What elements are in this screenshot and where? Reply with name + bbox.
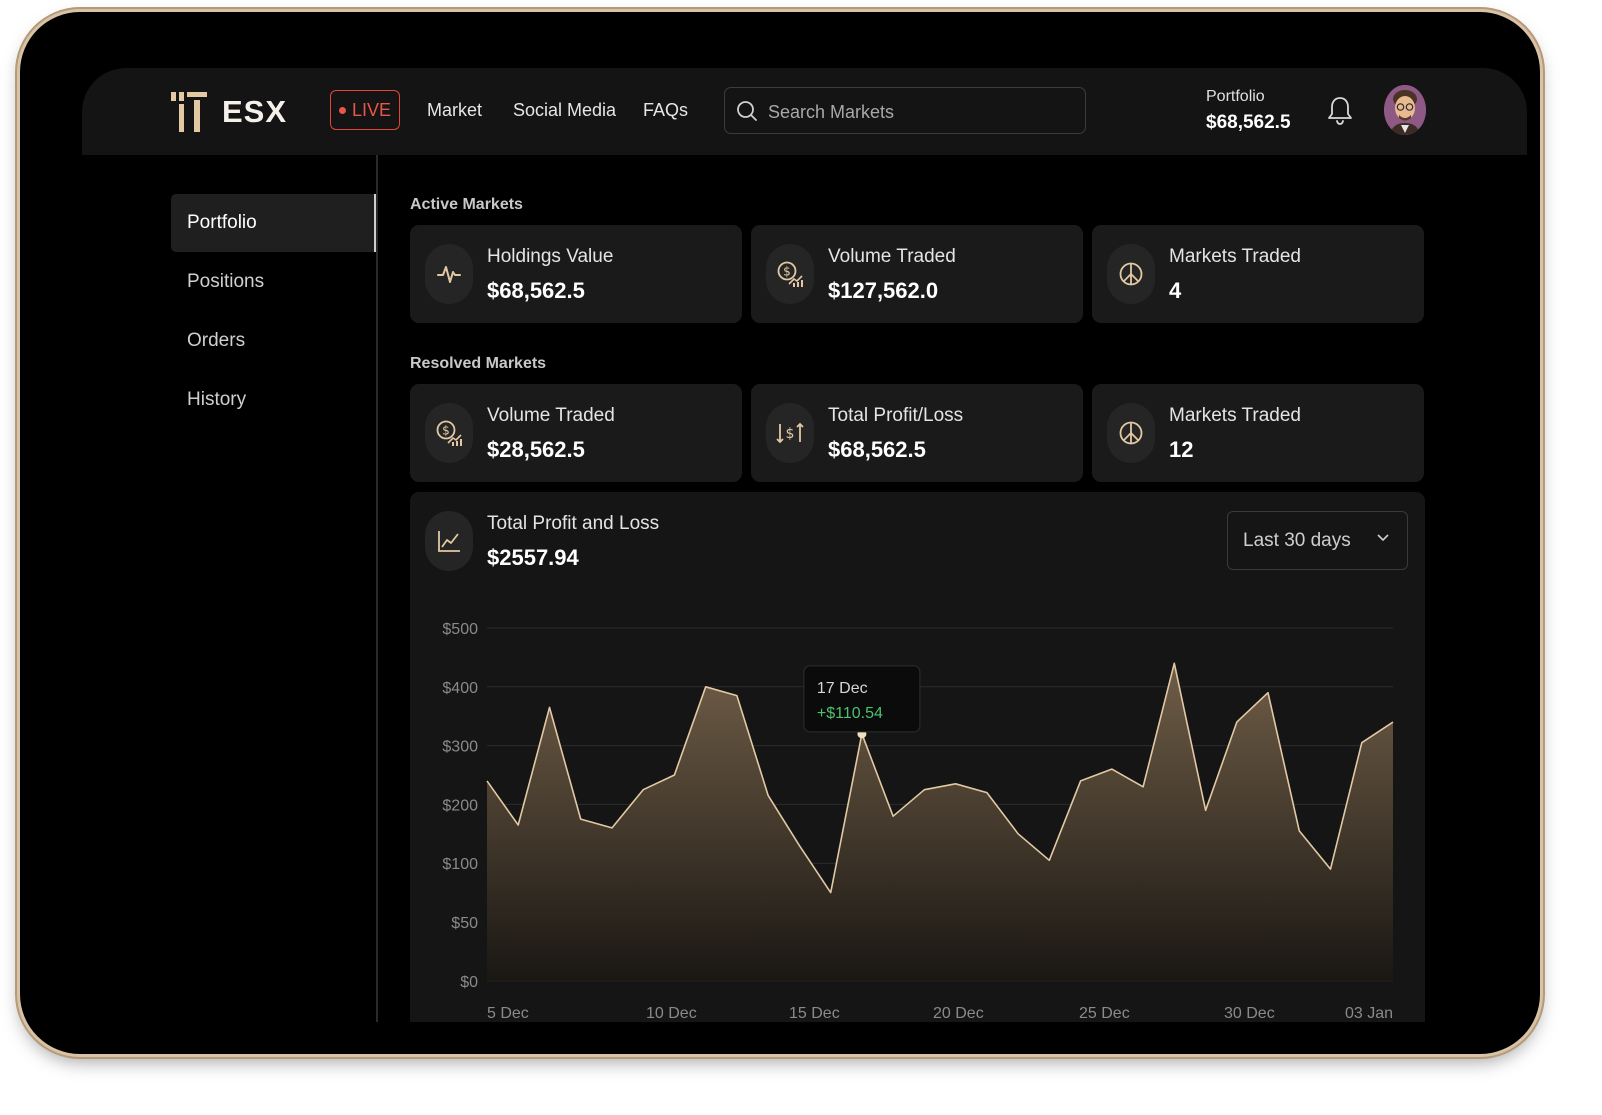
y-tick-label: $50 xyxy=(451,915,478,932)
tooltip-value: +$110.54 xyxy=(817,705,883,722)
chevron-down-icon xyxy=(1377,534,1389,542)
active-markets-title: Active Markets xyxy=(410,196,523,213)
logo-mark-icon xyxy=(171,92,207,132)
y-tick-label: $0 xyxy=(460,974,478,991)
nav-social-media[interactable]: Social Media xyxy=(513,100,616,121)
card-label: Total Profit/Loss xyxy=(828,405,964,426)
markets-traded-card: Markets Traded 4 xyxy=(1092,225,1424,323)
card-value: 12 xyxy=(1169,437,1194,462)
x-tick-label: 15 Dec xyxy=(789,1005,840,1022)
live-dot-icon xyxy=(338,106,346,114)
card-value: $68,562.5 xyxy=(828,437,926,462)
bell-icon[interactable] xyxy=(1327,96,1353,126)
dollar-growth-icon: $ xyxy=(425,403,473,463)
svg-text:$: $ xyxy=(786,426,795,442)
card-label: Markets Traded xyxy=(1169,246,1301,267)
sidebar-item-history[interactable]: History xyxy=(171,371,376,429)
dollar-growth-icon: $ xyxy=(766,244,814,304)
peace-icon xyxy=(1107,403,1155,463)
x-tick-label: 30 Dec xyxy=(1224,1005,1275,1022)
live-label: LIVE xyxy=(351,99,392,120)
avatar-face-icon xyxy=(1384,85,1426,135)
sidebar-item-positions[interactable]: Positions xyxy=(171,253,376,311)
tooltip-box xyxy=(803,665,921,733)
search-box[interactable] xyxy=(724,87,1086,134)
live-button[interactable]: LIVE xyxy=(330,90,400,130)
peace-icon xyxy=(1107,244,1155,304)
pulse-icon xyxy=(425,244,473,304)
pnl-chart-panel: Total Profit and Loss $2557.94 Last 30 d… xyxy=(410,492,1425,1022)
top-bar: ESX LIVE Market Social Media FAQs Portfo… xyxy=(82,68,1527,155)
sidebar-item-label: Positions xyxy=(187,271,265,292)
search-icon xyxy=(737,101,757,121)
y-tick-label: $300 xyxy=(442,739,478,756)
portfolio-label: Portfolio xyxy=(1206,88,1265,105)
card-value: 4 xyxy=(1169,278,1182,303)
total-profit-loss-card: $ Total Profit/Loss $68,562.5 xyxy=(751,384,1083,482)
resolved-markets-title: Resolved Markets xyxy=(410,355,547,372)
x-tick-label: 20 Dec xyxy=(933,1005,984,1022)
pnl-label: Total Profit and Loss xyxy=(487,513,660,534)
card-value: $127,562.0 xyxy=(828,278,939,303)
portfolio-value: $68,562.5 xyxy=(1206,112,1291,133)
y-tick-label: $200 xyxy=(442,797,478,814)
y-tick-label: $100 xyxy=(442,856,478,873)
search-input[interactable] xyxy=(766,98,1070,126)
user-avatar[interactable] xyxy=(1384,85,1426,135)
sidebar-divider xyxy=(376,155,378,1022)
nav-market[interactable]: Market xyxy=(427,100,482,121)
sidebar-item-label: Orders xyxy=(187,330,246,351)
nav-faqs[interactable]: FAQs xyxy=(643,100,688,121)
tablet-frame: ESX LIVE Market Social Media FAQs Portfo… xyxy=(20,12,1540,1054)
x-tick-label: 5 Dec xyxy=(487,1005,529,1022)
card-label: Holdings Value xyxy=(487,246,614,267)
resolved-volume-card: $ Volume Traded $28,562.5 xyxy=(410,384,742,482)
card-label: Markets Traded xyxy=(1169,405,1301,426)
svg-text:$: $ xyxy=(783,265,791,279)
sidebar-item-portfolio[interactable]: Portfolio xyxy=(171,194,376,252)
pnl-value: $2557.94 xyxy=(487,545,579,570)
logo[interactable]: ESX xyxy=(170,90,287,134)
y-tick-label: $400 xyxy=(442,680,478,697)
x-tick-label: 10 Dec xyxy=(646,1005,697,1022)
area-fill xyxy=(487,663,1393,981)
pnl-area-chart: $0 $50 $100 $200 $300 $400 $500 5 Dec 10 Dec 15 D… xyxy=(442,621,1394,1022)
line-chart-icon xyxy=(425,511,473,571)
sidebar-item-label: Portfolio xyxy=(187,212,257,233)
volume-traded-card: $ Volume Traded $127,562.0 xyxy=(751,225,1083,323)
svg-text:$: $ xyxy=(442,424,450,438)
range-select[interactable]: Last 30 days xyxy=(1227,511,1408,570)
sidebar-item-label: History xyxy=(187,389,247,410)
sort-dollar-icon: $ xyxy=(766,403,814,463)
resolved-markets-traded-card: Markets Traded 12 xyxy=(1092,384,1424,482)
card-label: Volume Traded xyxy=(487,405,615,426)
y-tick-label: $500 xyxy=(442,621,478,638)
card-value: $28,562.5 xyxy=(487,437,585,462)
logo-text: ESX xyxy=(222,94,288,129)
card-label: Volume Traded xyxy=(828,246,956,267)
holdings-value-card: Holdings Value $68,562.5 xyxy=(410,225,742,323)
app-screen: ESX LIVE Market Social Media FAQs Portfo… xyxy=(82,68,1527,1022)
tooltip-date: 17 Dec xyxy=(817,680,868,697)
range-select-value: Last 30 days xyxy=(1243,529,1351,551)
x-tick-label: 25 Dec xyxy=(1079,1005,1130,1022)
x-tick-label: 03 Jan xyxy=(1345,1005,1393,1022)
card-value: $68,562.5 xyxy=(487,278,585,303)
sidebar-item-orders[interactable]: Orders xyxy=(171,312,376,370)
